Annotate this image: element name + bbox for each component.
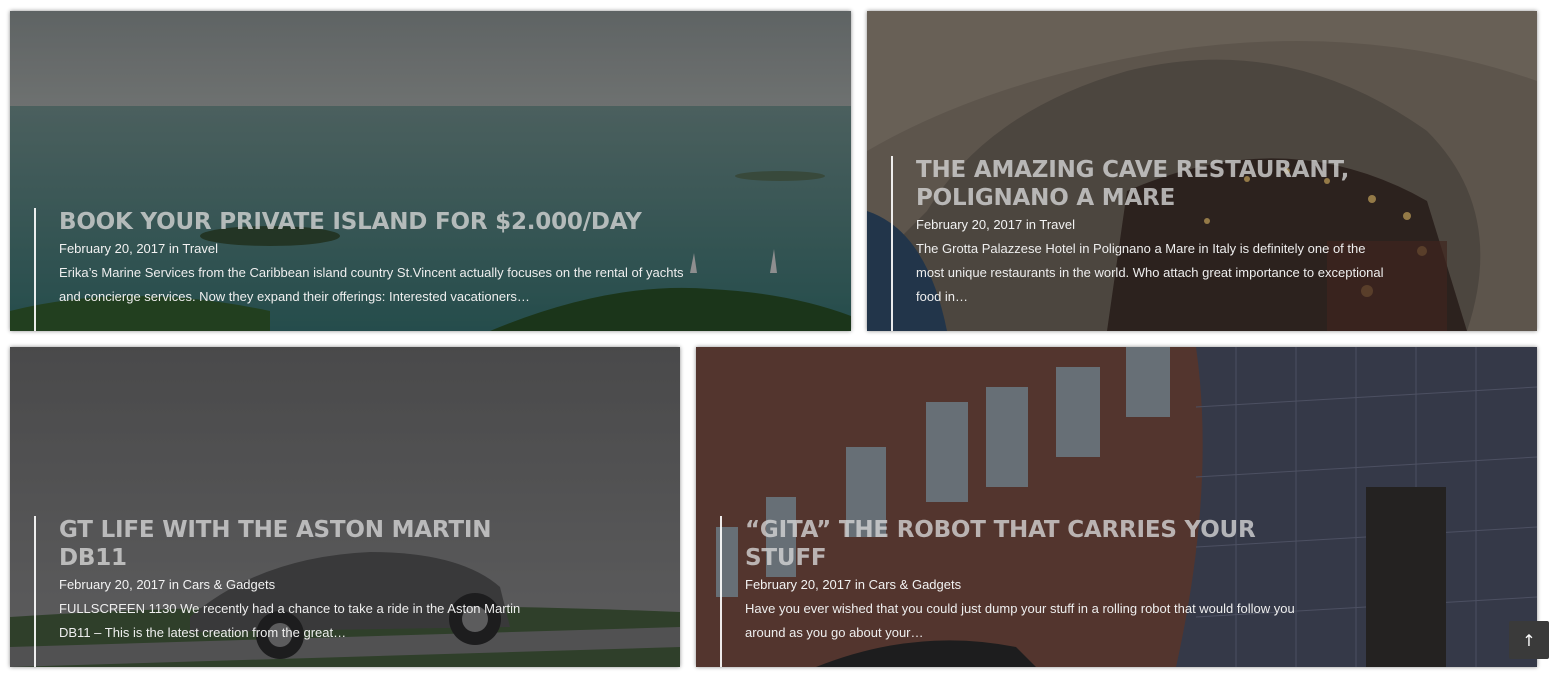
post-date: February 20, 2017 bbox=[59, 577, 166, 592]
post-meta: February 20, 2017 in Cars & Gadgets bbox=[59, 576, 534, 594]
post-meta-in: in bbox=[168, 577, 179, 592]
post-card-aston-martin[interactable]: GT Life with the Aston Martin DB11 Febru… bbox=[10, 347, 680, 667]
post-date: February 20, 2017 bbox=[59, 241, 166, 256]
arrow-up-icon: ↑ bbox=[1522, 630, 1536, 650]
post-card-cave-restaurant[interactable]: The Amazing Cave Restaurant, Polignano a… bbox=[867, 11, 1537, 331]
post-date: February 20, 2017 bbox=[916, 217, 1023, 232]
post-meta: February 20, 2017 in Travel bbox=[916, 216, 1391, 234]
post-caption: Book your private island for $2.000/day … bbox=[34, 208, 694, 331]
post-title[interactable]: Book your private island for $2.000/day bbox=[59, 208, 694, 236]
post-excerpt: FULLSCREEN 1130 We recently had a chance… bbox=[59, 601, 521, 640]
post-meta-in: in bbox=[168, 241, 179, 256]
post-category-link[interactable]: Cars & Gadgets bbox=[183, 577, 276, 592]
post-category-link[interactable]: Cars & Gadgets bbox=[869, 577, 962, 592]
post-date: February 20, 2017 bbox=[745, 577, 852, 592]
post-meta: February 20, 2017 in Travel bbox=[59, 240, 694, 258]
post-excerpt: Have you ever wished that you could just… bbox=[745, 601, 1295, 640]
post-category-link[interactable]: Travel bbox=[182, 241, 218, 256]
post-caption: The Amazing Cave Restaurant, Polignano a… bbox=[891, 156, 1391, 331]
post-title[interactable]: The Amazing Cave Restaurant, Polignano a… bbox=[916, 156, 1391, 212]
post-meta-in: in bbox=[854, 577, 865, 592]
post-excerpt: Erika’s Marine Services from the Caribbe… bbox=[59, 265, 684, 304]
post-title[interactable]: GT Life with the Aston Martin DB11 bbox=[59, 516, 534, 572]
post-meta-in: in bbox=[1025, 217, 1036, 232]
post-title[interactable]: “Gita” the Robot that Carries your Stuff bbox=[745, 516, 1330, 572]
scroll-to-top-button[interactable]: ↑ bbox=[1509, 621, 1549, 659]
post-card-private-island[interactable]: Book your private island for $2.000/day … bbox=[10, 11, 851, 331]
post-meta: February 20, 2017 in Cars & Gadgets bbox=[745, 576, 1330, 594]
post-card-gita-robot[interactable]: “Gita” the Robot that Carries your Stuff… bbox=[696, 347, 1537, 667]
post-excerpt: The Grotta Palazzese Hotel in Polignano … bbox=[916, 241, 1384, 304]
post-category-link[interactable]: Travel bbox=[1039, 217, 1075, 232]
post-caption: GT Life with the Aston Martin DB11 Febru… bbox=[34, 516, 534, 667]
post-caption: “Gita” the Robot that Carries your Stuff… bbox=[720, 516, 1330, 667]
